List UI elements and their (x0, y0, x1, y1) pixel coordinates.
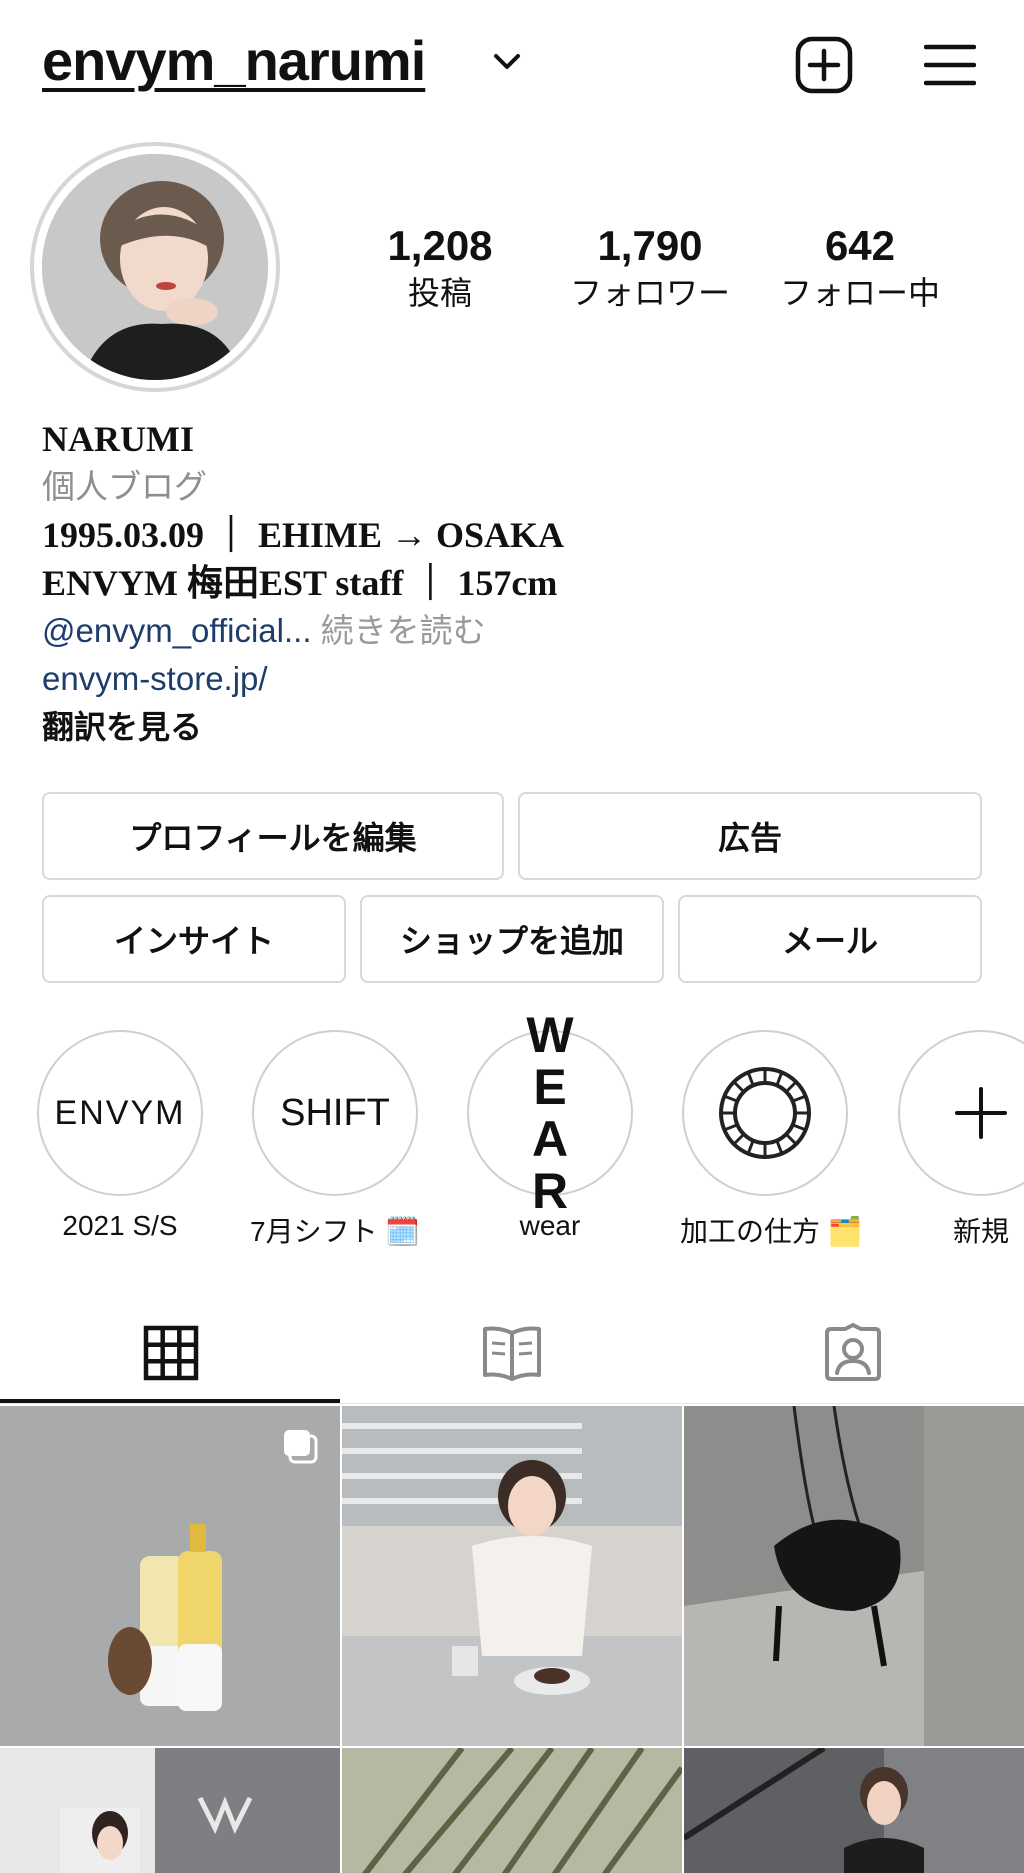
username-switcher[interactable]: envym_narumi (42, 28, 426, 93)
post-tile[interactable] (684, 1748, 1024, 1873)
highlight-cover-text-1: W E (526, 1007, 594, 1115)
tab-guides[interactable] (341, 1300, 682, 1406)
post-image (342, 1406, 682, 1746)
highlight-cover: ENVYM (37, 1030, 203, 1196)
highlight-label: 7月シフト 🗓️ (250, 1216, 421, 1247)
highlight-cover-text: SHIFT (280, 1091, 390, 1134)
plus-icon (955, 1087, 1007, 1139)
post-image (684, 1748, 1024, 1873)
highlight-new[interactable]: 新規 (896, 1030, 1024, 1250)
bio-line-mention: @envym_official... 続きを読む (42, 607, 982, 655)
avatar[interactable] (42, 154, 268, 380)
grid-icon (143, 1325, 198, 1381)
highlight-cover (898, 1030, 1024, 1196)
followers-count-label: フォロワー (569, 275, 730, 311)
post-image (684, 1406, 1024, 1746)
post-image (0, 1748, 340, 1873)
chevron-down-icon[interactable] (492, 50, 522, 74)
edit-profile-button[interactable]: プロフィールを編集 (42, 792, 504, 880)
highlight-editing[interactable]: 加工の仕方 🗂️ (680, 1030, 863, 1250)
followers-count-value: 1,790 (597, 222, 703, 269)
highlight-cover-text-2: A R (531, 1111, 589, 1219)
highlight-july-shift[interactable]: SHIFT 7月シフト 🗓️ (250, 1030, 420, 1250)
profile-header: envym_narumi (0, 0, 1024, 130)
tab-divider (0, 1403, 1024, 1404)
website-link[interactable]: envym-store.jp/ (42, 655, 982, 703)
see-translation-link[interactable]: 翻訳を見る (42, 703, 982, 751)
posts-count-value: 1,208 (387, 222, 493, 269)
guide-book-icon (482, 1326, 541, 1381)
multi-photo-icon (284, 1430, 318, 1464)
highlight-label: 2021 S/S (62, 1210, 178, 1241)
following-count-label: フォロー中 (779, 275, 940, 311)
post-tile[interactable] (342, 1748, 682, 1873)
profile-category: 個人ブログ (42, 468, 207, 505)
following-count-value: 642 (824, 222, 896, 269)
posts-count[interactable]: 1,208 投稿 (340, 220, 540, 314)
post-tile[interactable] (342, 1406, 682, 1746)
bio-line-2: ENVYM 梅田EST staff ｜ 157cm (42, 563, 558, 603)
highlight-cover (682, 1030, 848, 1196)
highlight-2021-ss[interactable]: ENVYM 2021 S/S (35, 1030, 205, 1242)
bio-line-1: 1995.03.09 ｜ EHIME → OSAKA (42, 515, 565, 555)
posts-count-label: 投稿 (407, 275, 472, 311)
tab-grid[interactable] (0, 1300, 341, 1406)
ads-button[interactable]: 広告 (518, 792, 982, 880)
new-post-icon[interactable] (795, 36, 853, 94)
highlight-cover: W E A R (467, 1009, 633, 1217)
menu-icon[interactable] (924, 42, 976, 88)
insights-button[interactable]: インサイト (42, 895, 346, 983)
post-tile[interactable] (684, 1406, 1024, 1746)
add-shop-button[interactable]: ショップを追加 (360, 895, 664, 983)
highlight-cover: SHIFT (252, 1030, 418, 1196)
vsco-ring-icon (719, 1067, 811, 1159)
display-name: NARUMI (42, 419, 194, 459)
email-button[interactable]: メール (678, 895, 982, 983)
highlight-label: 新規 (952, 1216, 1009, 1247)
post-tile[interactable] (0, 1748, 340, 1873)
following-count[interactable]: 642 フォロー中 (760, 220, 960, 314)
post-tile[interactable] (0, 1406, 340, 1746)
read-more-link[interactable]: 続きを読む (312, 612, 486, 649)
followers-count[interactable]: 1,790 フォロワー (550, 220, 750, 314)
highlight-wear[interactable]: W E A R wear (465, 1009, 635, 1242)
post-image (342, 1748, 682, 1873)
highlight-label: 加工の仕方 🗂️ (680, 1216, 863, 1247)
mention-link[interactable]: @envym_official... (42, 612, 312, 649)
tab-tagged[interactable] (682, 1300, 1023, 1406)
bio: NARUMI 個人ブログ 1995.03.09 ｜ EHIME → OSAKA … (42, 415, 982, 751)
avatar-photo (42, 154, 268, 380)
highlight-cover-text: ENVYM (54, 1093, 186, 1132)
tagged-person-icon (824, 1323, 881, 1381)
